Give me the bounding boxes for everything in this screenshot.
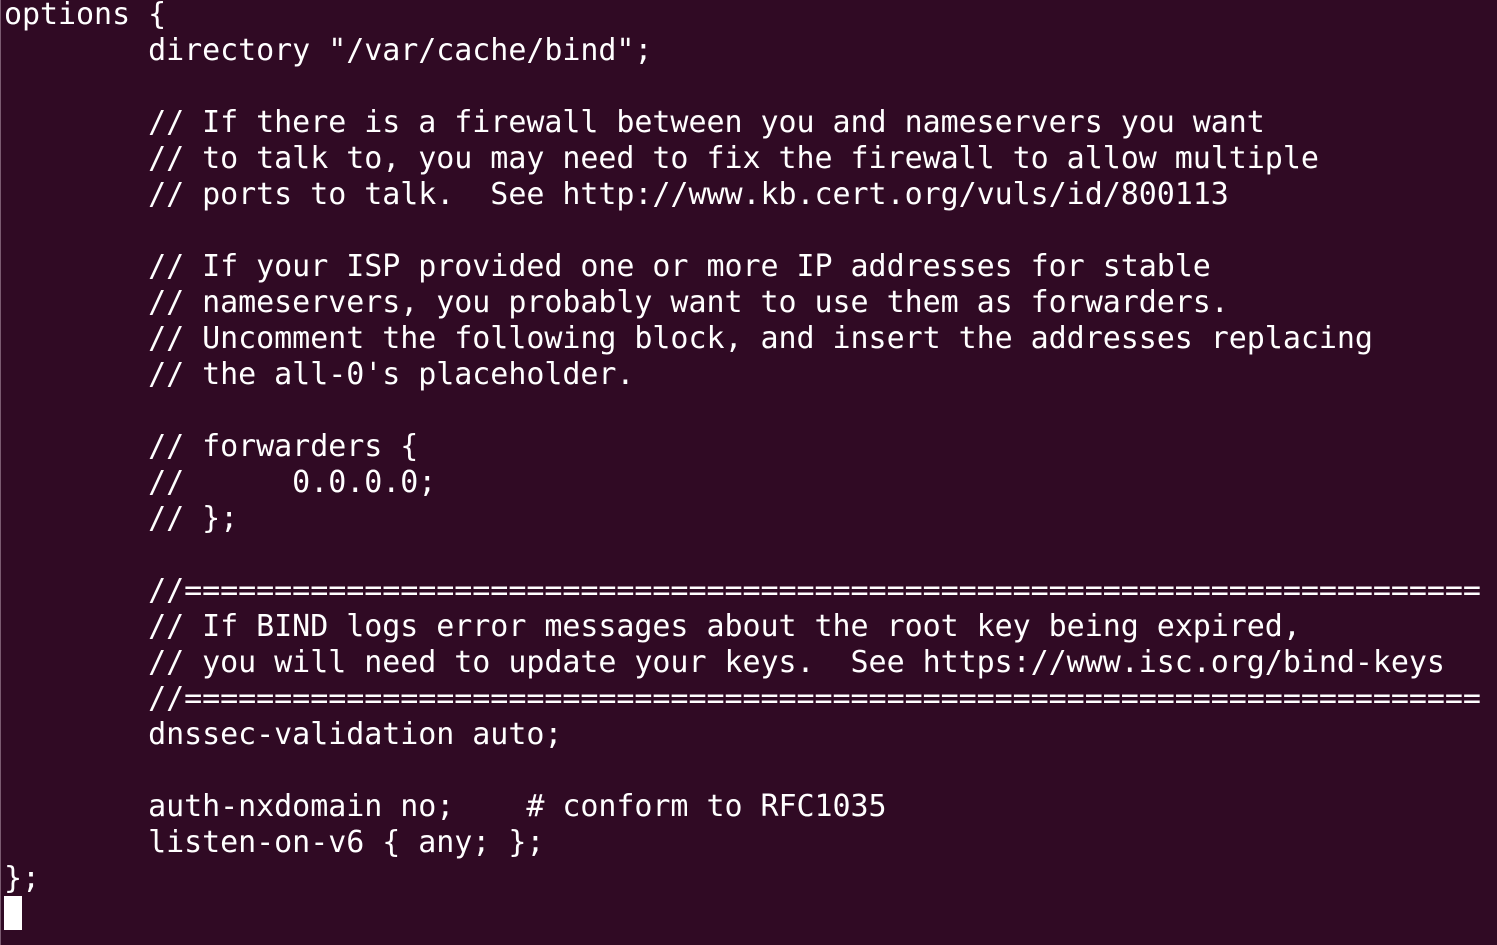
terminal-line: // ports to talk. See http://www.kb.cert… [4, 180, 1229, 212]
terminal-window[interactable]: options { directory "/var/cache/bind"; /… [0, 0, 1497, 945]
terminal-line: // }; [4, 504, 239, 536]
terminal-line: options { [4, 0, 167, 32]
terminal-line: // to talk to, you may need to fix the f… [4, 144, 1319, 176]
text-cursor [4, 896, 22, 930]
terminal-text-area[interactable]: options { directory "/var/cache/bind"; /… [4, 0, 1497, 936]
terminal-line: // forwarders { [4, 432, 419, 464]
terminal-line: //======================================… [4, 576, 1481, 608]
terminal-line: }; [4, 864, 41, 896]
terminal-line: directory "/var/cache/bind"; [4, 36, 653, 68]
terminal-line: // 0.0.0.0; [4, 468, 437, 500]
terminal-line: // nameservers, you probably want to use… [4, 288, 1229, 320]
terminal-line: // the all-0's placeholder. [4, 360, 635, 392]
terminal-line: auth-nxdomain no; # conform to RFC1035 [4, 792, 887, 824]
terminal-line: // Uncomment the following block, and in… [4, 324, 1373, 356]
terminal-line: // If there is a firewall between you an… [4, 108, 1265, 140]
terminal-line: // If BIND logs error messages about the… [4, 612, 1301, 644]
terminal-line: //======================================… [4, 684, 1481, 716]
terminal-line: // you will need to update your keys. Se… [4, 648, 1445, 680]
terminal-line: dnssec-validation auto; [4, 720, 563, 752]
terminal-line: // If your ISP provided one or more IP a… [4, 252, 1211, 284]
terminal-line: listen-on-v6 { any; }; [4, 828, 545, 860]
